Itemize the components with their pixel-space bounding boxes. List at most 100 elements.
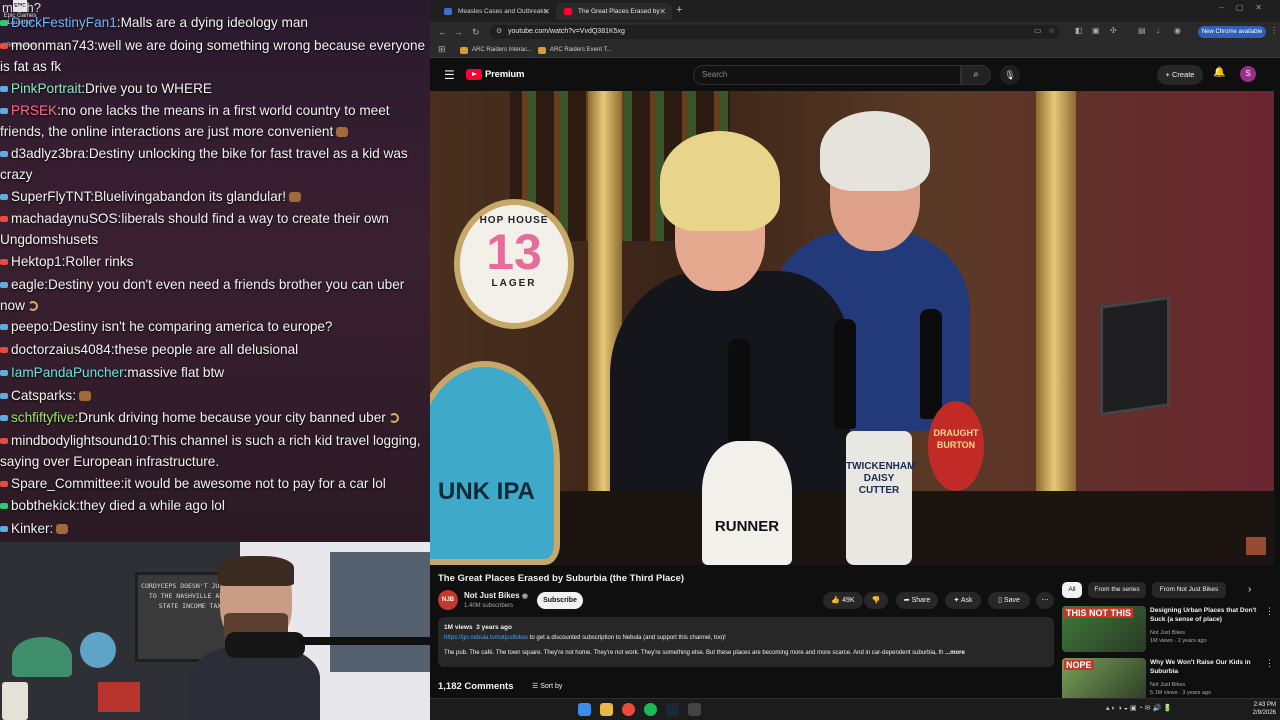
apps-icon[interactable]: ⊞ xyxy=(438,43,446,55)
chat-username[interactable]: eagle xyxy=(11,277,44,292)
new-chrome-button[interactable]: New Chrome available xyxy=(1198,26,1266,38)
steam-icon[interactable] xyxy=(666,703,679,716)
chat-badge-icon xyxy=(0,151,8,158)
close-icon[interactable]: ✕ xyxy=(659,3,666,20)
chat-username[interactable]: Kinker xyxy=(11,521,50,536)
chrome-icon[interactable] xyxy=(622,703,635,716)
recommendation-item[interactable]: THIS NOT THIS Designing Urban Places tha… xyxy=(1062,606,1274,652)
thumbs-down-icon: 👎 xyxy=(871,597,881,604)
chat-username[interactable]: d3adlyz3bra xyxy=(11,146,85,161)
profile-icon[interactable]: ◉ xyxy=(1174,26,1181,35)
chip-from-channel[interactable]: From Not Just Bikes xyxy=(1152,582,1226,598)
hamburger-menu-icon[interactable]: ☰ xyxy=(444,68,455,82)
extension-icon[interactable]: ◧ xyxy=(1075,26,1083,35)
chat-username[interactable]: PRSEK xyxy=(11,103,57,118)
site-info-icon[interactable]: ⚙ xyxy=(496,25,502,39)
tray-icons[interactable]: ▴ ◐ ◑ ◒ ▣ ◔ ✉ 🔊 🔋 xyxy=(1106,704,1172,712)
bookmark-item[interactable]: ARC Raiders Event T... xyxy=(538,44,612,56)
spotify-icon[interactable] xyxy=(644,703,657,716)
chat-username[interactable]: Spare_Committee xyxy=(11,476,121,491)
subscribe-button[interactable]: Subscribe xyxy=(537,592,583,609)
chip-all[interactable]: All xyxy=(1062,582,1082,598)
more-options-icon[interactable]: ⋮ xyxy=(1265,658,1274,669)
search-input[interactable]: Search xyxy=(693,65,961,85)
chevron-right-icon[interactable]: › xyxy=(1248,584,1251,595)
chat-username[interactable]: mindbodylightsound10 xyxy=(11,433,147,448)
tab-measles[interactable]: Measles Cases and Outbreaks ✕ xyxy=(436,3,556,20)
channel-avatar[interactable]: NJB xyxy=(438,590,458,610)
start-icon[interactable] xyxy=(578,703,591,716)
share-button[interactable]: ➦ Share xyxy=(896,592,938,609)
save-button[interactable]: ▯ Save xyxy=(988,592,1030,609)
bookmark-label: ARC Raiders Interac... xyxy=(472,47,533,53)
close-icon[interactable]: ✕ xyxy=(543,3,550,20)
chat-text: Destiny isn't he comparing america to eu… xyxy=(52,319,333,334)
sidepanel-icon[interactable]: ▤ xyxy=(1138,26,1146,35)
chat-username[interactable]: Catsparks xyxy=(11,388,72,403)
channel-name-text: Not Just Bikes xyxy=(464,591,520,600)
install-icon[interactable]: ▭ xyxy=(1034,26,1042,35)
clock-time: 2:43 PM xyxy=(1253,702,1276,708)
url-input[interactable]: ⚙ youtube.com/watch?v=VvdQ381K5xg xyxy=(490,25,1060,39)
tab-youtube[interactable]: The Great Places Erased by ✕ xyxy=(556,3,672,20)
loading-emote-icon xyxy=(27,300,38,311)
like-button[interactable]: 👍 49K xyxy=(823,592,863,609)
chat-message: Kinker: xyxy=(0,519,430,540)
video-tap-handle xyxy=(834,319,856,429)
menu-icon[interactable]: ⋮ xyxy=(1270,26,1278,35)
bookmark-item[interactable]: ARC Raiders Interac... xyxy=(460,44,532,56)
windows-taskbar: ▴ ◐ ◑ ◒ ▣ ◔ ✉ 🔊 🔋 2:43 PM 2/9/2026 xyxy=(430,698,1280,720)
epic-games-icon[interactable] xyxy=(688,703,701,716)
chat-username[interactable]: bobthekick xyxy=(11,498,76,513)
chat-text: it would be awesome not to pay for a car… xyxy=(124,476,386,491)
dislike-button[interactable]: 👎 xyxy=(864,592,888,609)
cam-mic-arm xyxy=(300,637,430,645)
chat-message: Spare_Committee:it would be awesome not … xyxy=(0,474,430,495)
sort-label: Sort by xyxy=(540,683,563,690)
video-description[interactable]: 1M views 3 years ago https://go.nebula.t… xyxy=(438,617,1054,667)
chat-username[interactable]: Hektop1 xyxy=(11,254,62,269)
chat-username[interactable]: SuperFlyTNT xyxy=(11,189,90,204)
chat-emote-icon xyxy=(56,524,69,535)
chat-username[interactable]: DuckFestinyFan1 xyxy=(11,15,117,30)
forward-icon[interactable]: → xyxy=(454,26,463,38)
voice-search-icon[interactable]: 🎙 xyxy=(1000,65,1020,85)
video-player[interactable]: HOP HOUSE 13 LAGER UNK IPA RUNNER TWICKE… xyxy=(430,91,1274,565)
chip-from-series[interactable]: From the series xyxy=(1088,582,1146,598)
recommendation-item[interactable]: NOPE Why We Won't Raise Our Kids in Subu… xyxy=(1062,658,1274,698)
chat-badge-icon xyxy=(0,282,8,289)
more-actions-icon[interactable]: ⋯ xyxy=(1036,592,1054,609)
chat-username[interactable]: PinkPortrait xyxy=(11,81,81,96)
create-button[interactable]: + Create xyxy=(1157,65,1203,85)
address-bar: ← → ↻ ⚙ youtube.com/watch?v=VvdQ381K5xg … xyxy=(430,22,1280,42)
more-options-icon[interactable]: ⋮ xyxy=(1265,606,1274,617)
chat-username[interactable]: machadaynuSOS xyxy=(11,211,118,226)
search-icon[interactable]: ⌕ xyxy=(961,65,991,85)
puzzle-icon[interactable]: ✣ xyxy=(1110,26,1117,35)
chat-username[interactable]: IamPandaPuncher xyxy=(11,365,124,380)
webcam-feed: CORDYCEPS DOESN'T JUST GO TO THE NASHVIL… xyxy=(0,542,430,720)
video-tap-handle xyxy=(728,339,750,449)
new-tab-icon[interactable]: + xyxy=(676,3,682,18)
file-explorer-icon[interactable] xyxy=(600,703,613,716)
chat-emote-icon xyxy=(78,391,91,402)
chat-username[interactable]: moonman743 xyxy=(11,38,94,53)
description-link[interactable]: https://go.nebula.tv/notjustbikes xyxy=(444,635,528,641)
ask-button[interactable]: ✦ Ask xyxy=(945,592,981,609)
extension-icon[interactable]: ▣ xyxy=(1092,26,1100,35)
channel-name[interactable]: Not Just Bikes ◉ xyxy=(464,591,528,602)
chat-username[interactable]: doctorzaius4084 xyxy=(11,342,111,357)
sort-by-button[interactable]: ☰ Sort by xyxy=(532,682,562,692)
download-icon[interactable]: ↓ xyxy=(1156,26,1160,35)
chat-username[interactable]: peepo xyxy=(11,319,49,334)
notifications-bell-icon[interactable]: 🔔 xyxy=(1213,67,1225,78)
window-controls[interactable]: –▢✕ xyxy=(1219,3,1274,12)
reload-icon[interactable]: ↻ xyxy=(472,26,480,38)
taskbar-clock[interactable]: 2:43 PM 2/9/2026 xyxy=(1242,701,1276,717)
bookmark-star-icon[interactable]: ☆ xyxy=(1048,26,1055,35)
account-avatar[interactable]: S xyxy=(1240,66,1256,82)
back-icon[interactable]: ← xyxy=(438,26,447,38)
chat-username[interactable]: schfiftyfive xyxy=(11,410,74,425)
upload-age: 3 years ago xyxy=(476,624,512,631)
show-more-link[interactable]: ...more xyxy=(945,650,965,656)
